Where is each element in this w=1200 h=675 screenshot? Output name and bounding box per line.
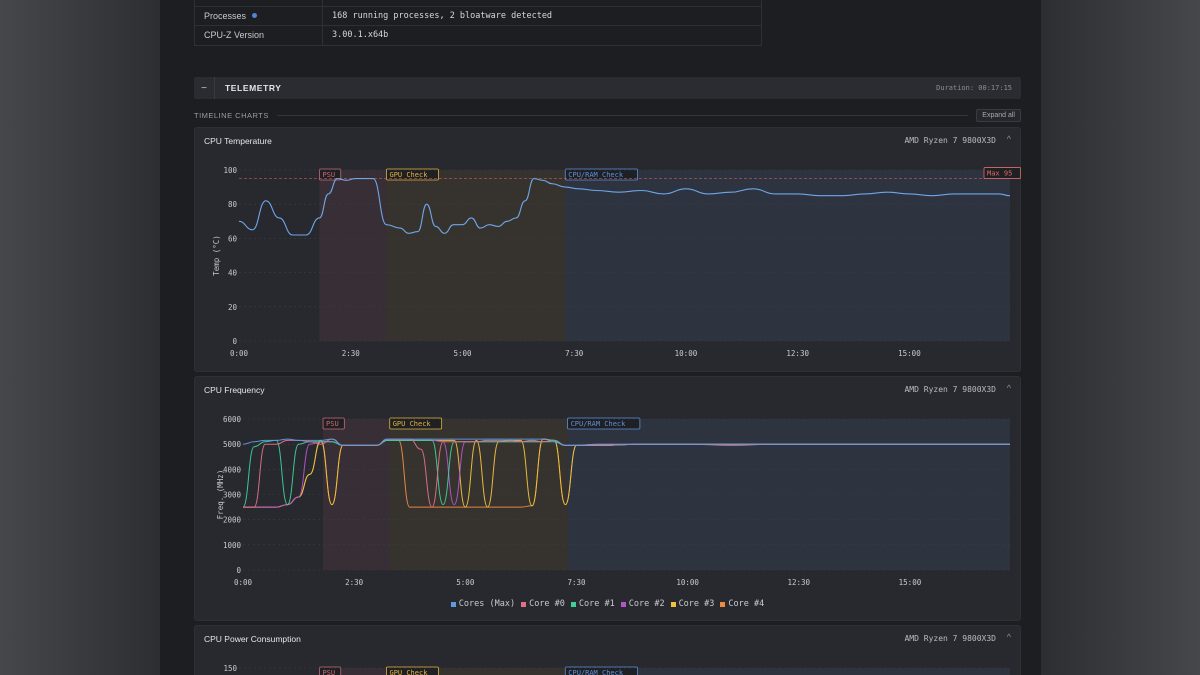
x-tick-label: 15:00: [898, 349, 921, 358]
x-tick-label: 15:00: [899, 578, 922, 587]
legend-item[interactable]: Core #2: [620, 599, 665, 609]
y-tick-label: 6000: [223, 415, 242, 424]
legend-item[interactable]: Core #4: [720, 599, 764, 609]
region-tag-gpu: GPU Check: [389, 669, 428, 675]
x-tick-label: 5:00: [453, 349, 472, 358]
duration-label: Duration: 00:17:15: [936, 84, 1012, 92]
region-tag-cpuram: CPU/RAM Check: [571, 420, 627, 428]
x-tick-label: 2:30: [345, 578, 364, 587]
x-tick-label: 5:00: [456, 578, 475, 587]
background-left: [0, 0, 160, 675]
y-tick-label: 2000: [223, 516, 242, 525]
x-tick-label: 7:30: [567, 578, 586, 587]
background-right: [1041, 0, 1200, 675]
y-tick-label: 40: [228, 269, 238, 278]
chart-card-cpu-power: CPU Power Consumption AMD Ryzen 7 9800X3…: [194, 625, 1021, 675]
y-axis-label: Freq. (MHz): [216, 470, 225, 520]
region-tag-psu: PSU: [322, 171, 335, 179]
section-label: TIMELINE CHARTS: [194, 110, 269, 120]
x-tick-label: 0:00: [230, 349, 249, 358]
info-label: Processes: [204, 10, 247, 21]
y-tick-label: 20: [228, 303, 238, 312]
cpu-frequency-chart: PSU GPU Check CPU/RAM Check 0 1000 2000 3000 40…: [216, 415, 1010, 587]
legend-label: Core #0: [529, 599, 565, 609]
timeline-charts-section: TIMELINE CHARTS Expand all: [194, 108, 1021, 122]
legend-item[interactable]: Core #1: [570, 599, 615, 609]
legend-label: Core #3: [678, 599, 715, 609]
y-axis-label: Temp (°C): [212, 235, 221, 276]
info-label: CPU-Z Version: [204, 30, 265, 41]
legend-swatch-icon: [521, 601, 527, 607]
region-tag-gpu: GPU Check: [393, 420, 432, 428]
x-tick-label: 10:00: [676, 578, 699, 587]
x-tick-label: 0:00: [234, 578, 253, 587]
legend-item[interactable]: Cores (Max): [450, 599, 516, 609]
y-tick-label: 100: [223, 166, 237, 175]
chart-legend: Cores (Max) Core #0 Core #1 Core #2 Core #3 C…: [195, 599, 1020, 609]
legend-item[interactable]: Core #0: [521, 599, 565, 609]
chart-card-cpu-frequency: CPU Frequency AMD Ryzen 7 9800X3D ^ PSU G…: [194, 376, 1021, 621]
y-tick-label: 0: [232, 337, 237, 346]
legend-label: Core #1: [578, 599, 615, 609]
x-tick-label: 12:30: [786, 349, 809, 358]
region-tag-psu: PSU: [322, 669, 335, 675]
x-tick-label: 2:30: [342, 349, 361, 358]
legend-label: Cores (Max): [458, 599, 516, 609]
y-tick-label: 80: [228, 200, 238, 209]
legend-item[interactable]: Core #3: [670, 599, 715, 609]
info-value: 3.00.1.x64b: [332, 30, 389, 41]
cpu-power-chart: PSU GPU Check CPU/RAM Check 150: [223, 664, 1010, 675]
y-tick-label: 5000: [223, 440, 242, 449]
y-tick-label: 4000: [223, 465, 242, 474]
legend-swatch-icon: [570, 601, 576, 607]
legend-label: Core #2: [628, 599, 665, 609]
x-tick-label: 12:30: [788, 578, 811, 587]
region-cpuram: [565, 170, 1010, 341]
cpu-temperature-chart: PSU GPU Check CPU/RAM Check 0 20 40 60 80 100 0:0…: [212, 166, 1021, 358]
x-tick-label: 10:00: [675, 349, 698, 358]
x-tick-label: 7:30: [565, 349, 584, 358]
section-divider: [276, 114, 969, 116]
report-page: Processes 168 running processes, 2 bloat…: [160, 0, 1041, 675]
region-tag-cpuram: CPU/RAM Check: [568, 171, 624, 179]
collapse-toggle-button[interactable]: −: [194, 77, 215, 99]
telemetry-header[interactable]: − TELEMETRY Duration: 00:17:15: [194, 77, 1021, 99]
chart-card-cpu-temperature: CPU Temperature AMD Ryzen 7 9800X3D ^ PS…: [194, 127, 1021, 372]
region-gpu: [386, 170, 566, 341]
info-value: 168 running processes, 2 bloatware detec…: [332, 10, 553, 21]
y-tick-label: 150: [223, 664, 237, 673]
max-tag: Max 95: [987, 170, 1012, 178]
region-psu: [319, 170, 387, 341]
expand-all-button[interactable]: Expand all: [976, 108, 1021, 122]
y-tick-label: 0: [236, 566, 241, 575]
y-tick-label: 3000: [223, 491, 242, 500]
legend-swatch-icon: [720, 601, 726, 607]
legend-swatch-icon: [670, 601, 676, 607]
info-row-cpuz-version: CPU-Z Version 3.00.1.x64b: [195, 25, 761, 45]
y-tick-label: 1000: [223, 541, 242, 550]
legend-swatch-icon: [450, 601, 456, 607]
info-row-processes: Processes 168 running processes, 2 bloat…: [195, 5, 761, 25]
region-tag-gpu: GPU Check: [389, 171, 428, 179]
legend-swatch-icon: [620, 601, 626, 607]
region-tag-cpuram: CPU/RAM Check: [568, 669, 624, 675]
legend-label: Core #4: [728, 599, 765, 609]
system-info-table: Processes 168 running processes, 2 bloat…: [194, 0, 762, 46]
status-dot-icon: [252, 13, 258, 19]
region-tag-psu: PSU: [326, 420, 339, 428]
telemetry-title: TELEMETRY: [225, 83, 282, 93]
y-tick-label: 60: [228, 234, 238, 243]
